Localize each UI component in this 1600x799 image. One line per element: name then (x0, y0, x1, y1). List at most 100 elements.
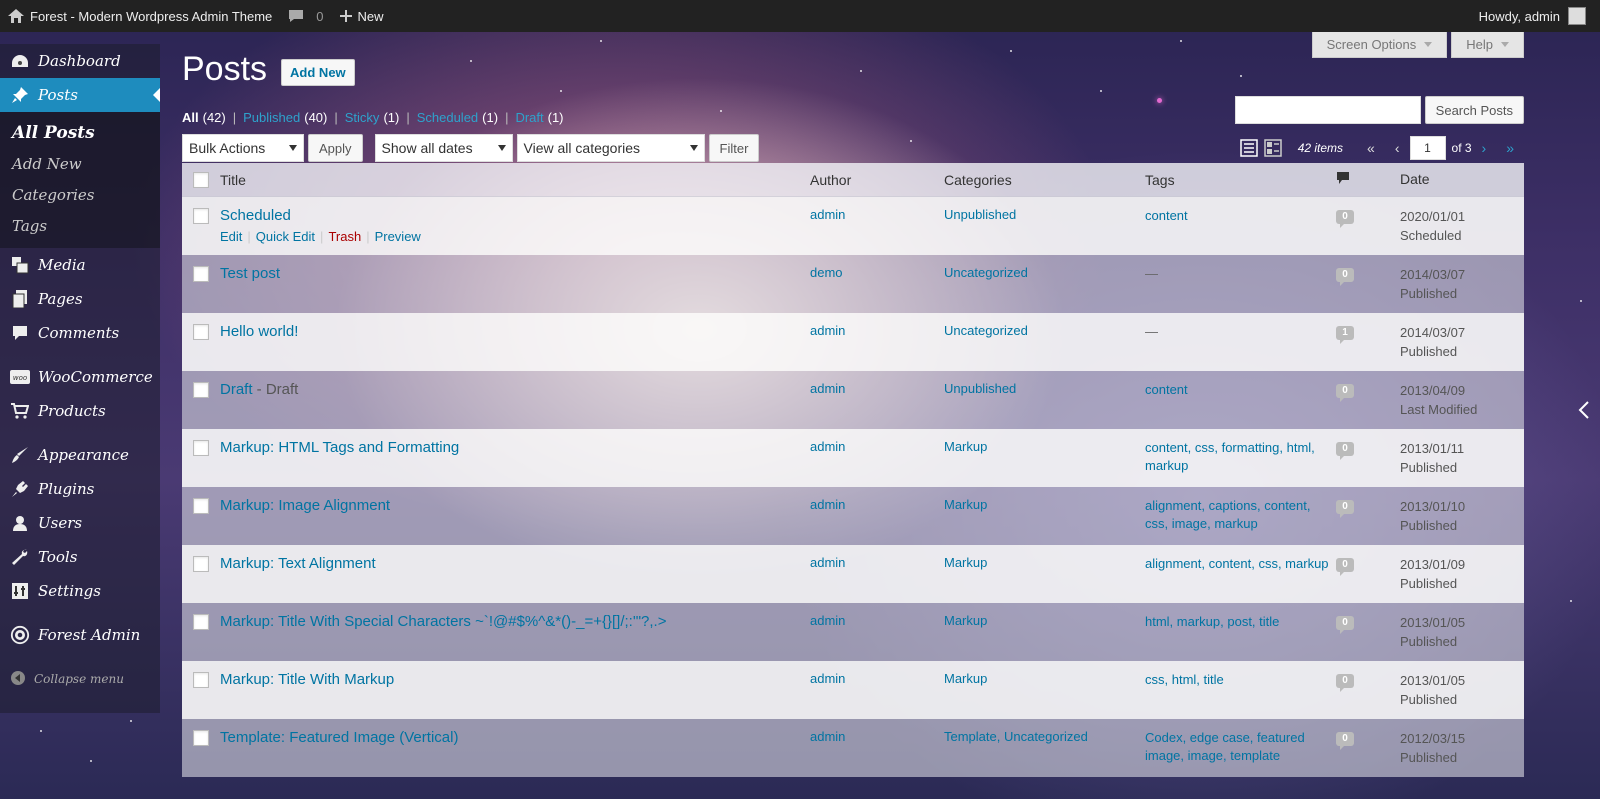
preview-action[interactable]: Preview (375, 229, 421, 244)
next-page-button[interactable]: › (1482, 140, 1487, 156)
row-checkbox[interactable] (193, 266, 209, 282)
post-title-link[interactable]: Scheduled (220, 207, 291, 224)
author-link[interactable]: admin (810, 729, 845, 744)
menu-users[interactable]: Users (0, 506, 160, 540)
post-title-link[interactable]: Markup: Image Alignment (220, 497, 390, 514)
row-checkbox[interactable] (193, 498, 209, 514)
help-button[interactable]: Help (1451, 32, 1524, 58)
post-title-link[interactable]: Draft (220, 381, 253, 398)
comment-count-bubble[interactable]: 0 (1336, 558, 1354, 576)
post-title-link[interactable]: Markup: Title With Special Characters ~`… (220, 613, 666, 630)
author-link[interactable]: admin (810, 207, 845, 222)
tag-links[interactable]: Codex, edge case, featured image, image,… (1145, 730, 1305, 763)
menu-dashboard[interactable]: Dashboard (0, 44, 160, 78)
author-link[interactable]: admin (810, 439, 845, 454)
menu-posts[interactable]: Posts (0, 78, 160, 112)
dates-select[interactable]: Show all dates (374, 134, 513, 162)
author-link[interactable]: demo (810, 265, 843, 280)
category-link[interactable]: Unpublished (944, 381, 1016, 396)
category-link[interactable]: Markup (944, 671, 987, 686)
menu-media[interactable]: Media (0, 248, 160, 282)
author-link[interactable]: admin (810, 671, 845, 686)
comment-count-bubble[interactable]: 0 (1336, 268, 1354, 286)
excerpt-view-icon[interactable] (1263, 139, 1282, 157)
post-title-link[interactable]: Test post (220, 265, 280, 282)
tag-links[interactable]: alignment, captions, content, css, image… (1145, 498, 1311, 531)
menu-settings[interactable]: Settings (0, 574, 160, 608)
filter-sticky[interactable]: Sticky (1) (345, 110, 400, 125)
comment-count-bubble[interactable]: 0 (1336, 500, 1354, 518)
edit-action[interactable]: Edit (220, 229, 242, 244)
submenu-tags[interactable]: Tags (0, 211, 160, 242)
apply-button[interactable]: Apply (308, 134, 363, 162)
tag-links[interactable]: content (1145, 208, 1188, 223)
category-link[interactable]: Template, Uncategorized (944, 729, 1088, 744)
post-title-link[interactable]: Markup: HTML Tags and Formatting (220, 439, 459, 456)
row-checkbox[interactable] (193, 382, 209, 398)
category-link[interactable]: Markup (944, 555, 987, 570)
comment-count-bubble[interactable]: 0 (1336, 674, 1354, 692)
row-checkbox[interactable] (193, 556, 209, 572)
comment-count-bubble[interactable]: 0 (1336, 210, 1354, 228)
screen-options-button[interactable]: Screen Options (1311, 32, 1448, 58)
column-title[interactable]: Title (220, 172, 810, 188)
comment-count-bubble[interactable]: 1 (1336, 326, 1354, 344)
author-link[interactable]: admin (810, 555, 845, 570)
add-new-button[interactable]: Add New (281, 59, 355, 86)
search-input[interactable] (1234, 96, 1421, 124)
site-name-link[interactable]: Forest - Modern Wordpress Admin Theme (0, 0, 280, 32)
select-all-checkbox[interactable] (193, 171, 209, 188)
category-link[interactable]: Markup (944, 497, 987, 512)
menu-plugins[interactable]: Plugins (0, 472, 160, 506)
quick-edit-action[interactable]: Quick Edit (256, 229, 315, 244)
tag-links[interactable]: html, markup, post, title (1145, 614, 1279, 629)
comment-count-bubble[interactable]: 0 (1336, 384, 1354, 402)
my-account-menu[interactable]: Howdy, admin (1471, 0, 1600, 32)
right-collapse-strip[interactable] (1568, 32, 1600, 799)
filter-published[interactable]: Published (40) (243, 110, 327, 125)
category-link[interactable]: Markup (944, 613, 987, 628)
row-checkbox[interactable] (193, 730, 209, 746)
post-title-link[interactable]: Hello world! (220, 323, 298, 340)
menu-products[interactable]: Products (0, 394, 160, 428)
column-comments[interactable] (1336, 171, 1400, 188)
tag-links[interactable]: content, css, formatting, html, markup (1145, 440, 1315, 473)
post-title-link[interactable]: Markup: Text Alignment (220, 555, 376, 572)
filter-button[interactable]: Filter (708, 134, 760, 162)
submenu-add-new[interactable]: Add New (0, 149, 160, 180)
tag-links[interactable]: alignment, content, css, markup (1145, 556, 1329, 571)
comment-count-bubble[interactable]: 0 (1336, 732, 1354, 750)
row-checkbox[interactable] (193, 440, 209, 456)
row-checkbox[interactable] (193, 208, 209, 224)
filter-draft[interactable]: Draft (1) (515, 110, 563, 125)
category-link[interactable]: Uncategorized (944, 323, 1028, 338)
row-checkbox[interactable] (193, 324, 209, 340)
menu-tools[interactable]: Tools (0, 540, 160, 574)
category-link[interactable]: Unpublished (944, 207, 1016, 222)
collapse-menu-button[interactable]: Collapse menu (0, 662, 160, 696)
menu-woocommerce[interactable]: woo WooCommerce (0, 360, 160, 394)
row-checkbox[interactable] (193, 614, 209, 630)
current-page-input[interactable]: 1 (1409, 136, 1446, 160)
search-posts-button[interactable]: Search Posts (1424, 96, 1524, 124)
submenu-categories[interactable]: Categories (0, 180, 160, 211)
category-link[interactable]: Markup (944, 439, 987, 454)
post-title-link[interactable]: Markup: Title With Markup (220, 671, 394, 688)
author-link[interactable]: admin (810, 613, 845, 628)
submenu-all-posts[interactable]: All Posts (0, 118, 160, 149)
row-checkbox[interactable] (193, 672, 209, 688)
bulk-actions-select[interactable]: Bulk Actions (182, 134, 304, 162)
filter-all[interactable]: All (42) (182, 110, 226, 125)
list-view-icon[interactable] (1239, 139, 1258, 157)
category-link[interactable]: Uncategorized (944, 265, 1028, 280)
menu-forest-admin[interactable]: Forest Admin (0, 618, 160, 652)
author-link[interactable]: admin (810, 381, 845, 396)
categories-select[interactable]: View all categories (516, 134, 705, 162)
post-title-link[interactable]: Template: Featured Image (Vertical) (220, 729, 458, 746)
tag-links[interactable]: css, html, title (1145, 672, 1224, 687)
trash-action[interactable]: Trash (328, 229, 361, 244)
prev-page-button[interactable]: ‹ (1395, 140, 1400, 156)
column-date[interactable]: Date (1400, 170, 1524, 189)
new-content-menu[interactable]: New (332, 0, 392, 32)
author-link[interactable]: admin (810, 323, 845, 338)
